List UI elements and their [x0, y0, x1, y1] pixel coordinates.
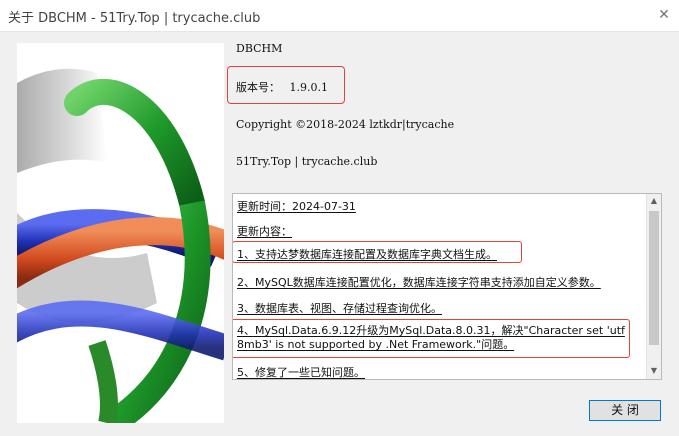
copyright-text: Copyright ©2018-2024 lztkdr|trycache	[236, 118, 455, 131]
note-item-2: 2、MySQL数据库连接配置优化，数据库连接字符串支持添加自定义参数。	[237, 276, 601, 289]
site-links: 51Try.Top | trycache.club	[236, 155, 378, 168]
close-button[interactable]: 关 闭	[589, 400, 661, 421]
scroll-thumb[interactable]	[649, 211, 659, 345]
note-item-3: 3、数据库表、视图、存储过程查询优化。	[237, 302, 442, 315]
release-notes-box[interactable]: 更新时间：2024-07-31 更新内容： 1、支持达梦数据库连接配置及数据库字…	[232, 193, 662, 380]
app-logo	[17, 43, 224, 423]
scroll-down-icon[interactable]: ▼	[647, 364, 661, 378]
update-content-header: 更新内容：	[237, 225, 292, 238]
window-title: 关于 DBCHM - 51Try.Top | trycache.club	[8, 11, 261, 26]
app-name: DBCHM	[236, 42, 283, 55]
window-close-icon[interactable]: ✕	[653, 5, 675, 25]
note-item-5: 5、修复了一些已知问题。	[237, 366, 365, 379]
notes-scrollbar[interactable]: ▲ ▼	[646, 194, 661, 379]
version-row: 版本号： 1.9.0.1	[236, 79, 328, 95]
scroll-up-icon[interactable]: ▲	[647, 194, 661, 208]
rings-logo-graphic	[17, 43, 224, 423]
title-bar[interactable]: 关于 DBCHM - 51Try.Top | trycache.club ✕	[0, 0, 679, 32]
note-item-4: 4、MySql.Data.6.9.12升级为MySql.Data.8.0.31，…	[237, 324, 625, 351]
version-value: 1.9.0.1	[289, 81, 328, 94]
about-dialog: 关于 DBCHM - 51Try.Top | trycache.club ✕ D…	[0, 0, 679, 436]
note-item-1: 1、支持达梦数据库连接配置及数据库字典文档生成。	[237, 248, 497, 261]
update-time: 更新时间：2024-07-31	[237, 200, 356, 213]
version-label: 版本号：	[236, 81, 280, 94]
